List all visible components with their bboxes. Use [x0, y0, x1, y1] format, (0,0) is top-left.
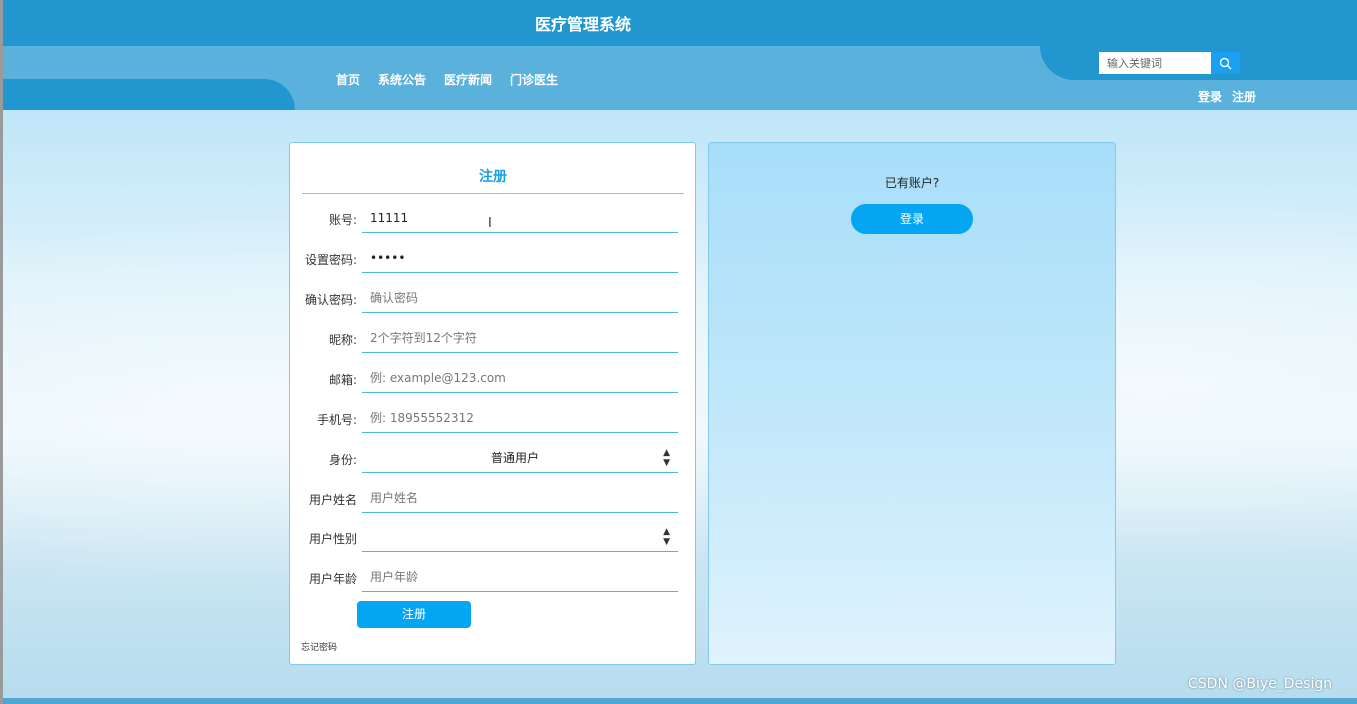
- bottom-strip: [0, 698, 1357, 704]
- form-row-nickname: 昵称:: [290, 323, 697, 363]
- title-divider: [302, 193, 684, 194]
- form-row-password: 设置密码:: [290, 243, 697, 283]
- nav-item-outpatient-doctors[interactable]: 门诊医生: [510, 71, 558, 88]
- window-left-border: [0, 0, 3, 704]
- search-input[interactable]: [1099, 52, 1211, 74]
- form-row-phone: 手机号:: [290, 403, 697, 443]
- auth-links: 登录 注册: [1198, 88, 1256, 105]
- forgot-password-link[interactable]: 忘记密码: [301, 640, 337, 653]
- form-row-gender: 用户性别 ▲ ▼: [290, 522, 697, 562]
- main-nav: 首页 系统公告 医疗新闻 门诊医生: [336, 71, 558, 88]
- select-arrows-icon: ▲ ▼: [663, 447, 670, 468]
- select-arrows-icon: ▲ ▼: [663, 526, 670, 547]
- phone-label: 手机号:: [316, 413, 357, 427]
- confirm-password-label: 确认密码:: [304, 293, 357, 307]
- form-row-confirm-password: 确认密码:: [290, 283, 697, 323]
- nav-item-announcements[interactable]: 系统公告: [378, 71, 426, 88]
- confirm-password-input[interactable]: [362, 283, 678, 313]
- form-row-age: 用户年龄: [290, 562, 697, 602]
- login-panel: 已有账户? 登录: [708, 142, 1116, 665]
- search-button[interactable]: [1211, 52, 1240, 74]
- form-row-identity: 身份: 普通用户 ▲ ▼: [290, 443, 697, 483]
- form-row-user-name: 用户姓名: [290, 483, 697, 523]
- nav-item-home[interactable]: 首页: [336, 71, 360, 88]
- login-button[interactable]: 登录: [851, 204, 973, 234]
- identity-select[interactable]: 普通用户 ▲ ▼: [362, 443, 678, 473]
- watermark: CSDN @Biye_Design: [1188, 676, 1333, 692]
- register-card: 注册 账号: 设置密码: 确认密码: 昵称: 邮箱: 手机号: 身份:: [289, 142, 696, 665]
- phone-input[interactable]: [362, 403, 678, 433]
- site-title: 医疗管理系统: [534, 15, 631, 34]
- password-label: 设置密码:: [304, 253, 357, 267]
- email-input[interactable]: [362, 363, 678, 393]
- identity-label: 身份:: [328, 453, 357, 467]
- age-label: 用户年龄: [308, 572, 357, 586]
- account-label: 账号:: [328, 213, 357, 227]
- form-row-account: 账号:: [290, 203, 697, 243]
- search-box: [1099, 52, 1240, 74]
- nickname-label: 昵称:: [328, 333, 357, 347]
- password-input[interactable]: [362, 243, 678, 273]
- page: 医疗管理系统 首页 系统公告 医疗新闻 门诊医生 登录 注册 注册 账号: 设置…: [0, 0, 1357, 704]
- nav-tab-decoration-left: [3, 79, 295, 110]
- gender-select[interactable]: ▲ ▼: [362, 522, 678, 552]
- nav-item-medical-news[interactable]: 医疗新闻: [444, 71, 492, 88]
- user-name-input[interactable]: [362, 483, 678, 513]
- nickname-input[interactable]: [362, 323, 678, 353]
- header-login-link[interactable]: 登录: [1198, 88, 1222, 105]
- search-icon: [1219, 57, 1232, 69]
- gender-label: 用户性别: [308, 532, 357, 546]
- email-label: 邮箱:: [328, 373, 357, 387]
- user-name-label: 用户姓名: [308, 493, 357, 507]
- header-register-link[interactable]: 注册: [1232, 88, 1256, 105]
- have-account-prompt: 已有账户?: [884, 176, 940, 190]
- text-cursor-icon: I: [488, 216, 492, 231]
- identity-selected-value: 普通用户: [490, 451, 539, 465]
- form-row-email: 邮箱:: [290, 363, 697, 403]
- account-input[interactable]: [362, 203, 678, 233]
- age-input[interactable]: [362, 562, 678, 592]
- register-submit-button[interactable]: 注册: [357, 601, 471, 628]
- register-title: 注册: [479, 169, 507, 185]
